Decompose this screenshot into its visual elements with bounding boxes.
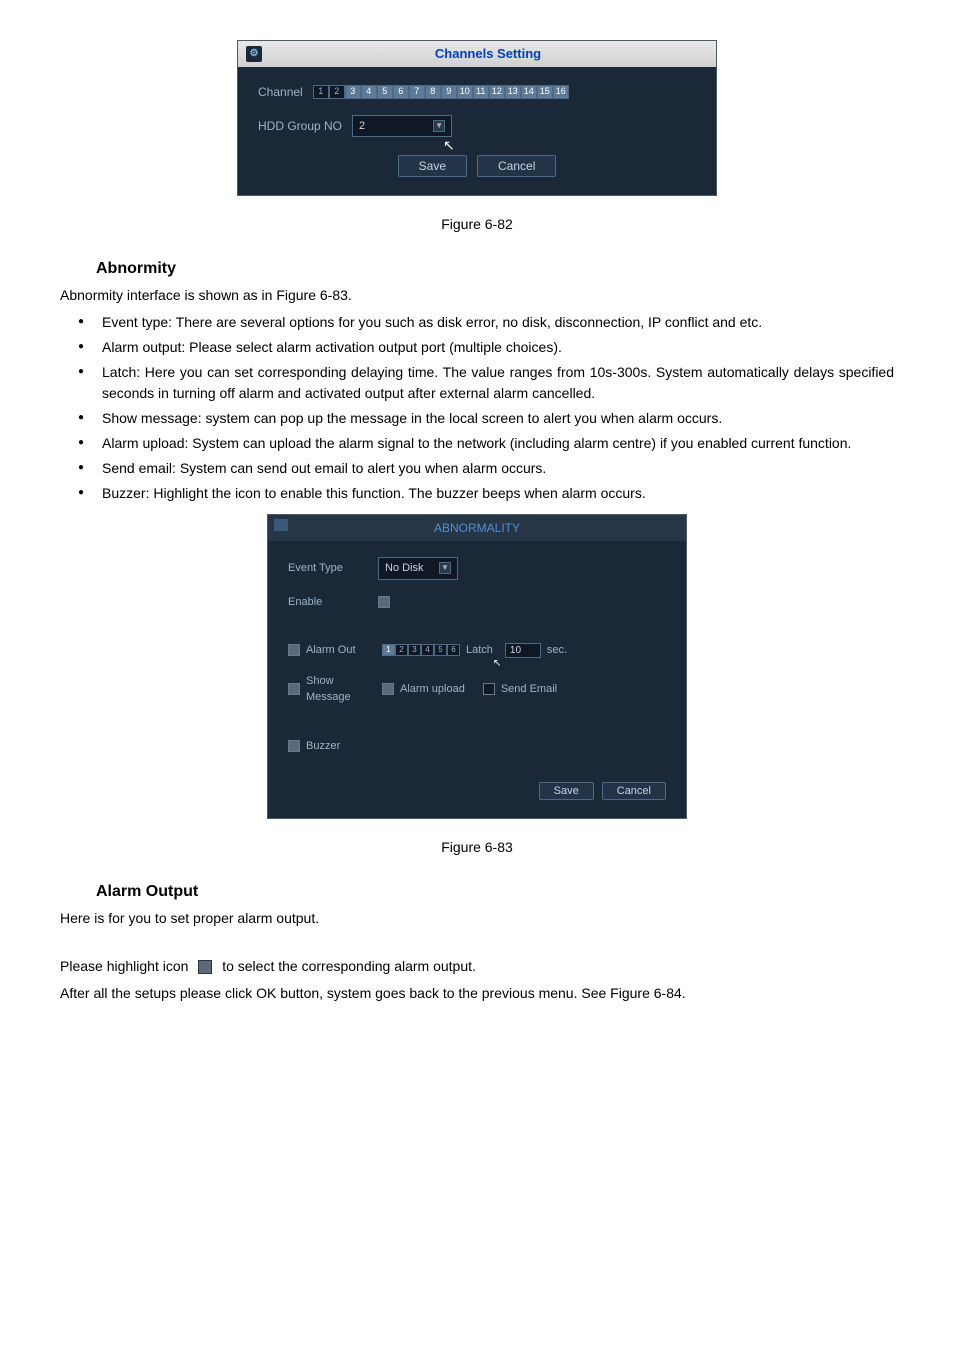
alarm-out-row: Alarm Out 123456 Latch ↖ sec. xyxy=(288,642,666,659)
buzzer-checkbox[interactable] xyxy=(288,740,300,752)
dialog-buttons: ↖ Save Cancel xyxy=(258,155,696,177)
channel-selector[interactable]: 12345678910111213141516 xyxy=(313,85,569,99)
alarm-out-1[interactable]: 1 xyxy=(382,644,395,656)
latch-input[interactable] xyxy=(505,643,541,658)
dialog-titlebar: ABNORMALITY xyxy=(268,515,686,541)
alarm-out-selector[interactable]: 123456 xyxy=(382,644,460,656)
channel-13[interactable]: 13 xyxy=(505,85,521,99)
channel-2[interactable]: 2 xyxy=(329,85,345,99)
buzzer-label: Buzzer xyxy=(306,738,340,755)
enable-row: Enable xyxy=(288,594,666,611)
highlight-box-icon xyxy=(198,960,212,974)
channel-15[interactable]: 15 xyxy=(537,85,553,99)
text-fragment: to select the corresponding alarm output… xyxy=(222,958,476,974)
channel-16[interactable]: 16 xyxy=(553,85,569,99)
section-heading-alarm-output: Alarm Output xyxy=(96,880,894,904)
hdd-group-select[interactable]: 2 ▼ xyxy=(352,115,452,138)
alarm-out-4[interactable]: 4 xyxy=(421,644,434,656)
cursor-icon: ↖ xyxy=(493,656,501,671)
hdd-group-label: HDD Group NO xyxy=(258,117,342,135)
bullet-item: Alarm output: Please select alarm activa… xyxy=(60,337,894,358)
alarm-out-6[interactable]: 6 xyxy=(447,644,460,656)
alarm-upload-checkbox[interactable] xyxy=(382,683,394,695)
channel-3[interactable]: 3 xyxy=(345,85,361,99)
bullet-item: Alarm upload: System can upload the alar… xyxy=(60,433,894,454)
enable-checkbox[interactable] xyxy=(378,596,390,608)
bullet-item: Show message: system can pop up the mess… xyxy=(60,408,894,429)
figure-caption: Figure 6-82 xyxy=(60,214,894,235)
paragraph: After all the setups please click OK but… xyxy=(60,983,894,1004)
alarm-out-3[interactable]: 3 xyxy=(408,644,421,656)
channel-10[interactable]: 10 xyxy=(457,85,473,99)
hdd-group-row: HDD Group NO 2 ▼ xyxy=(258,115,696,138)
dialog-titlebar: ⚙ Channels Setting xyxy=(238,41,716,67)
paragraph: Please highlight icon to select the corr… xyxy=(60,956,894,977)
event-type-row: Event Type No Disk ▼ xyxy=(288,557,666,580)
dialog-body: Channel 12345678910111213141516 HDD Grou… xyxy=(238,67,716,196)
show-message-checkbox[interactable] xyxy=(288,683,300,695)
channel-11[interactable]: 11 xyxy=(473,85,489,99)
menu-icon xyxy=(274,519,288,531)
hdd-group-value: 2 xyxy=(359,118,365,135)
alarm-out-checkbox[interactable] xyxy=(288,644,300,656)
bullet-item: Event type: There are several options fo… xyxy=(60,312,894,333)
text-fragment: Please highlight icon xyxy=(60,958,188,974)
paragraph: Here is for you to set proper alarm outp… xyxy=(60,908,894,929)
channel-1[interactable]: 1 xyxy=(313,85,329,99)
paragraph: Abnormity interface is shown as in Figur… xyxy=(60,285,894,306)
bullet-list: Event type: There are several options fo… xyxy=(60,312,894,504)
dialog-title: Channels Setting xyxy=(268,44,708,64)
section-heading-abnormity: Abnormity xyxy=(96,257,894,281)
dialog-body: Event Type No Disk ▼ Enable Alarm Out 12… xyxy=(268,541,686,818)
alarm-out-5[interactable]: 5 xyxy=(434,644,447,656)
cancel-button[interactable]: Cancel xyxy=(477,155,556,177)
channel-12[interactable]: 12 xyxy=(489,85,505,99)
send-email-label: Send Email xyxy=(501,681,557,698)
message-row: Show Message Alarm upload Send Email xyxy=(288,673,666,706)
bullet-item: Buzzer: Highlight the icon to enable thi… xyxy=(60,483,894,504)
gear-icon: ⚙ xyxy=(246,46,262,62)
sec-label: sec. xyxy=(547,642,567,659)
channel-14[interactable]: 14 xyxy=(521,85,537,99)
channel-label: Channel xyxy=(258,83,303,101)
event-type-select[interactable]: No Disk ▼ xyxy=(378,557,458,580)
buzzer-row: Buzzer xyxy=(288,738,666,755)
enable-label: Enable xyxy=(288,594,368,611)
channel-5[interactable]: 5 xyxy=(377,85,393,99)
bullet-item: Latch: Here you can set corresponding de… xyxy=(60,362,894,404)
chevron-down-icon: ▼ xyxy=(433,120,445,132)
bullet-item: Send email: System can send out email to… xyxy=(60,458,894,479)
dialog-title: ABNORMALITY xyxy=(434,521,520,535)
channel-6[interactable]: 6 xyxy=(393,85,409,99)
cursor-icon: ↖ xyxy=(443,135,455,156)
alarm-out-label: Alarm Out xyxy=(306,642,376,659)
alarm-upload-label: Alarm upload xyxy=(400,681,465,698)
chevron-down-icon: ▼ xyxy=(439,562,451,574)
event-type-value: No Disk xyxy=(385,560,424,577)
channel-row: Channel 12345678910111213141516 xyxy=(258,83,696,101)
channel-4[interactable]: 4 xyxy=(361,85,377,99)
channels-setting-dialog: ⚙ Channels Setting Channel 1234567891011… xyxy=(237,40,717,196)
channel-8[interactable]: 8 xyxy=(425,85,441,99)
latch-label: Latch xyxy=(466,642,493,659)
abnormality-dialog: ABNORMALITY Event Type No Disk ▼ Enable … xyxy=(267,514,687,819)
channel-7[interactable]: 7 xyxy=(409,85,425,99)
channel-9[interactable]: 9 xyxy=(441,85,457,99)
cancel-button[interactable]: Cancel xyxy=(602,782,666,800)
send-email-checkbox[interactable] xyxy=(483,683,495,695)
event-type-label: Event Type xyxy=(288,560,368,577)
alarm-out-2[interactable]: 2 xyxy=(395,644,408,656)
save-button[interactable]: Save xyxy=(539,782,594,800)
save-button[interactable]: Save xyxy=(398,155,467,177)
figure-caption: Figure 6-83 xyxy=(60,837,894,858)
show-message-label: Show Message xyxy=(306,673,376,706)
dialog-buttons: Save Cancel xyxy=(288,782,666,800)
